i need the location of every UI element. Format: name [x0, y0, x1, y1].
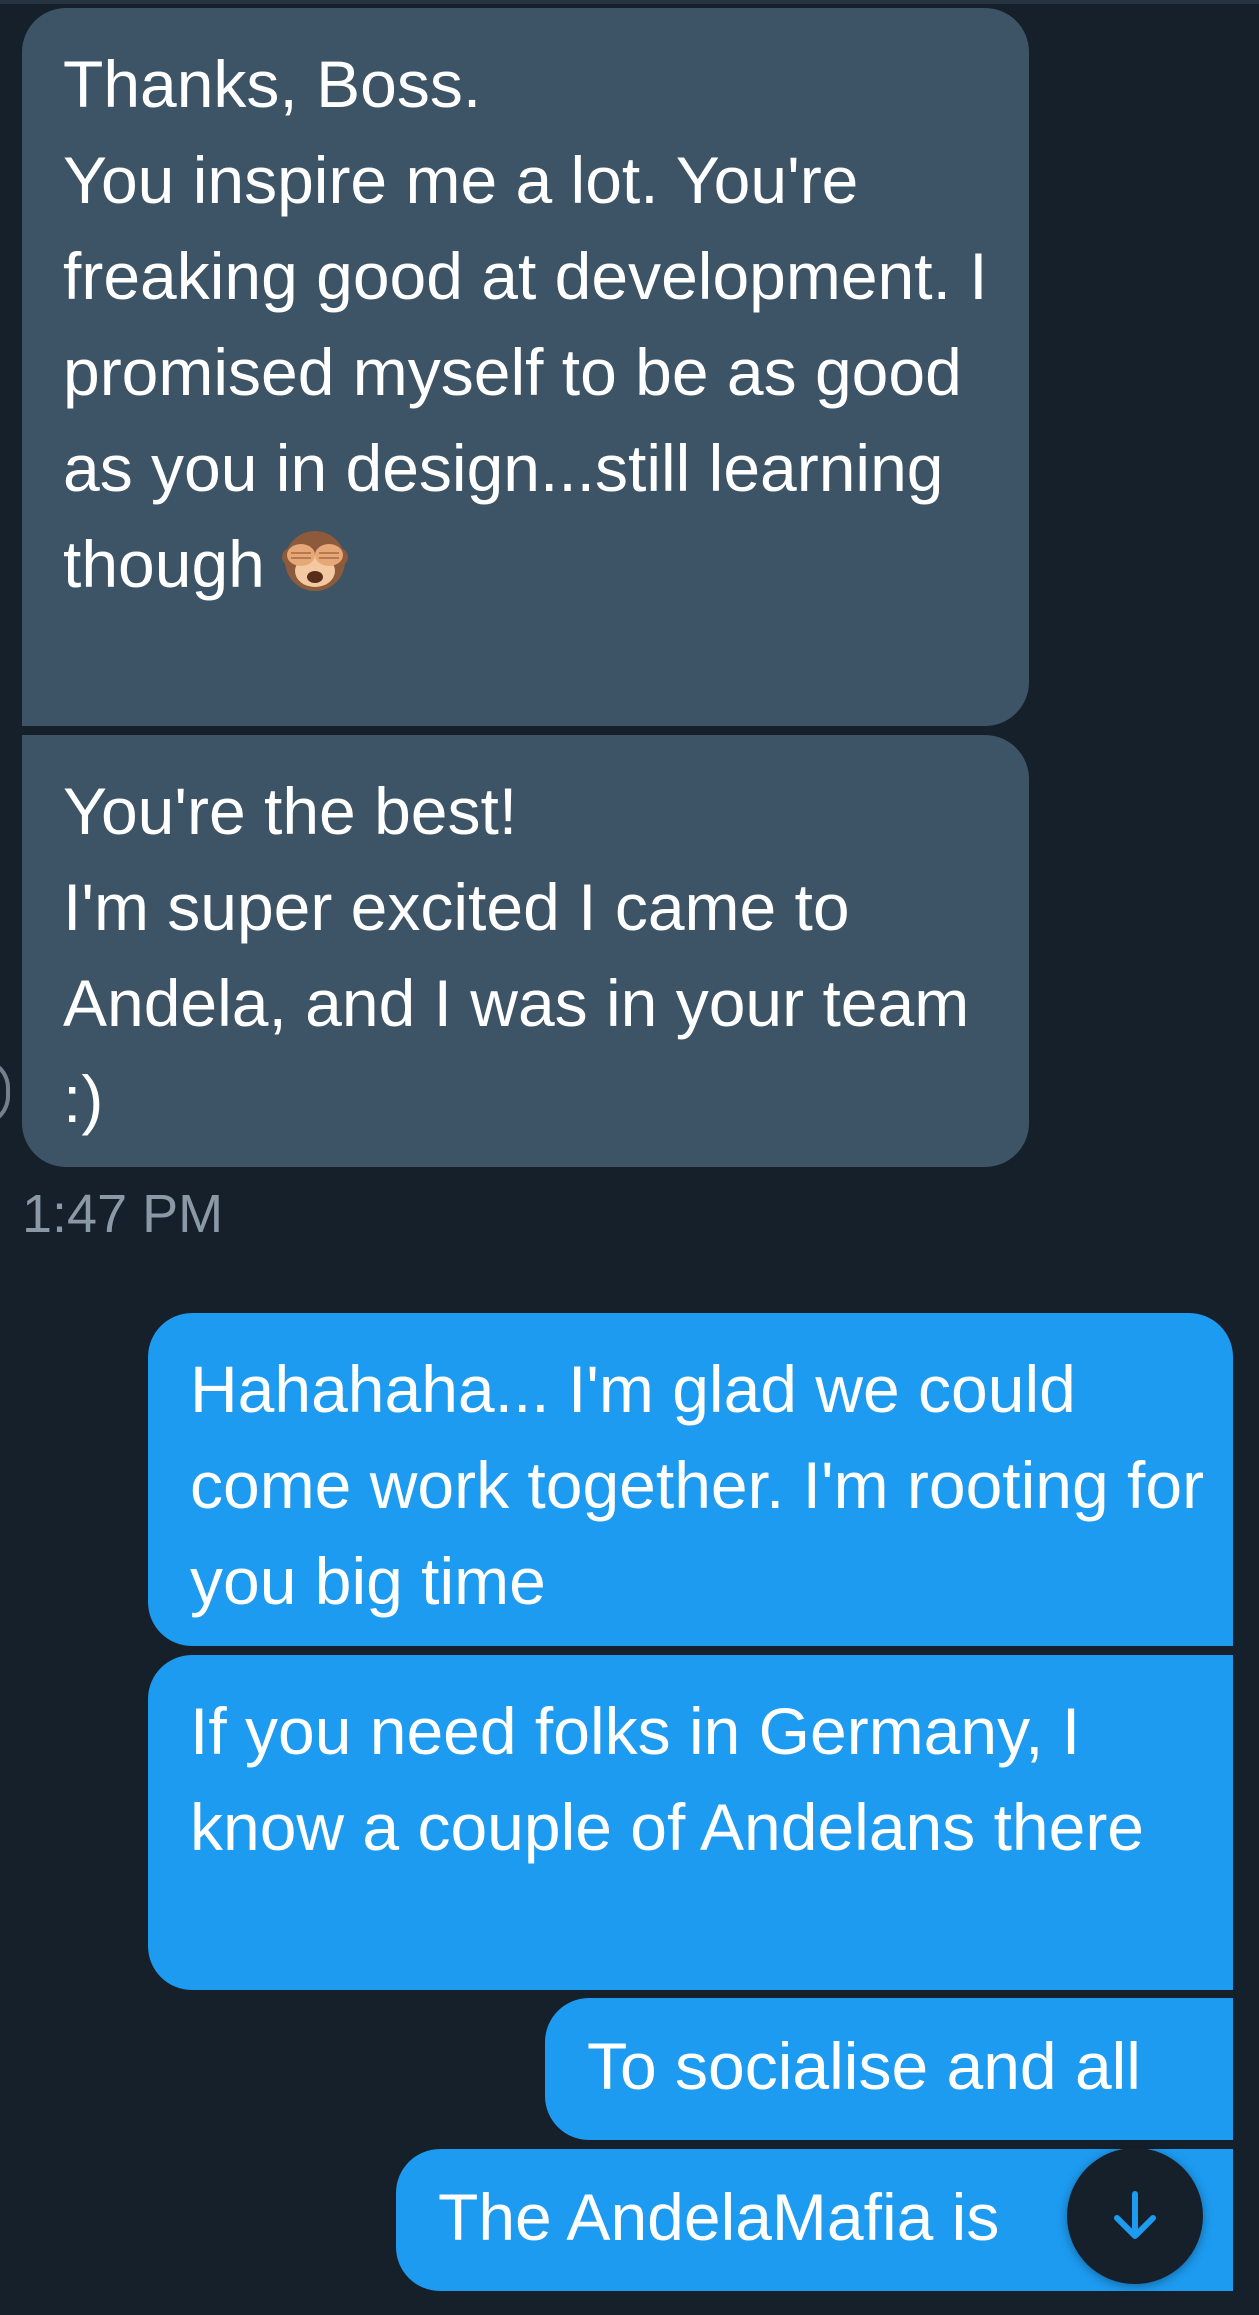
message-timestamp: 1:47 PM	[22, 1184, 224, 1244]
incoming-message-bubble[interactable]: Thanks, Boss. You inspire me a lot. You'…	[22, 8, 1029, 726]
see-no-evil-monkey-emoji	[281, 531, 348, 591]
message-text: To socialise and all	[587, 2029, 1141, 2103]
avatar-edge	[0, 1058, 10, 1126]
message-text: You're the best! I'm super excited I cam…	[63, 774, 970, 1136]
incoming-message-bubble[interactable]: You're the best! I'm super excited I cam…	[22, 735, 1029, 1167]
message-text: If you need folks in Germany, I know a c…	[190, 1694, 1145, 1864]
arrow-down-icon	[1114, 2191, 1156, 2239]
scroll-to-bottom-button[interactable]	[1067, 2148, 1203, 2284]
message-text: Hahahaha... I'm glad we could come work …	[190, 1352, 1223, 1618]
outgoing-message-bubble[interactable]: If you need folks in Germany, I know a c…	[148, 1655, 1233, 1990]
outgoing-message-bubble[interactable]: Hahahaha... I'm glad we could come work …	[148, 1313, 1233, 1646]
outgoing-message-bubble[interactable]: To socialise and all	[545, 1998, 1233, 2140]
message-text: The AndelaMafia is	[438, 2180, 1000, 2254]
message-text: Thanks, Boss. You inspire me a lot. You'…	[63, 47, 988, 601]
top-divider	[0, 0, 1259, 4]
